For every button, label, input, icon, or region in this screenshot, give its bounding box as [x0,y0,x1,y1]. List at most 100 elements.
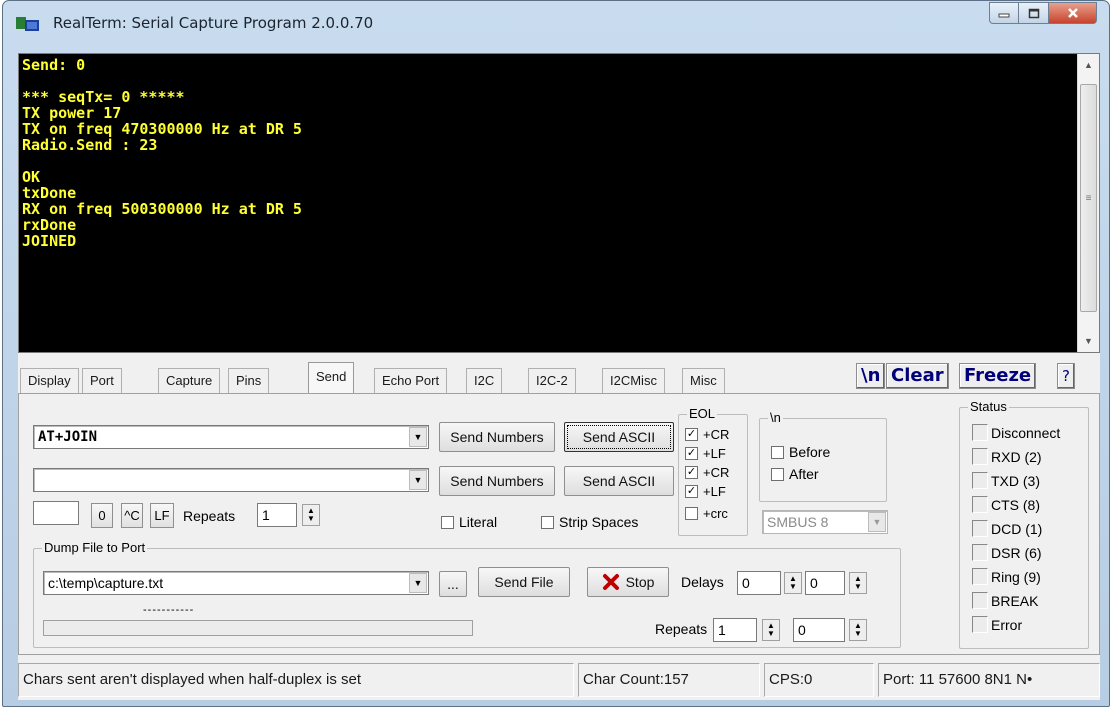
delay2-spinner-icon[interactable]: ▲ ▼ [849,572,867,594]
send-lf-button[interactable]: LF [150,503,174,528]
after-checkbox[interactable]: After [771,466,819,482]
status-led-icon [972,568,988,585]
send-ascii-button-1[interactable]: Send ASCII [564,422,674,452]
newline-group-title: \n [768,410,783,425]
status-dcd[interactable]: DCD (1) [972,520,1042,537]
dump-repeats2-input[interactable]: 0 [793,618,845,642]
char-input[interactable] [33,501,79,525]
status-led-icon [972,448,988,465]
app-window: RealTerm: Serial Capture Program 2.0.0.7… [2,0,1110,707]
tab-i2cmisc[interactable]: I2CMisc [602,368,665,394]
eol-cr-checkbox-1[interactable]: ✓ +CR [685,427,729,442]
dump-repeats1-spinner-icon[interactable]: ▲ ▼ [762,619,780,641]
status-led-icon [972,424,988,441]
tab-i2c[interactable]: I2C [466,368,503,394]
repeats-label: Repeats [183,508,236,524]
tab-misc[interactable]: Misc [682,368,725,394]
tab-echo-port[interactable]: Echo Port [374,368,448,394]
eol-lf-checkbox-2[interactable]: ✓ +LF [685,484,726,499]
tab-pins[interactable]: Pins [228,368,270,394]
terminal-scrollbar[interactable]: ▲ ≡ ▼ [1077,54,1099,352]
close-button[interactable] [1049,2,1097,24]
status-led-icon [972,520,988,537]
chevron-down-icon[interactable]: ▼ [868,512,886,532]
dump-repeats-label: Repeats [655,621,708,637]
repeats-spinner-icon[interactable]: ▲ ▼ [302,504,320,526]
client-area: Send: 0 *** seqTx= 0 ***** TX power 17 T… [18,53,1100,700]
scroll-down-arrow-icon[interactable]: ▼ [1078,330,1099,352]
status-dsr[interactable]: DSR (6) [972,544,1042,561]
status-disconnect[interactable]: Disconnect [972,424,1060,441]
terminal-display[interactable]: Send: 0 *** seqTx= 0 ***** TX power 17 T… [18,53,1100,353]
status-message: Chars sent aren't displayed when half-du… [18,663,574,697]
send-numbers-button-2[interactable]: Send Numbers [439,466,555,496]
send-zero-button[interactable]: 0 [91,503,113,528]
dump-file-path: c:\temp\capture.txt [48,575,164,591]
send-ctrl-c-button[interactable]: ^C [121,503,143,528]
cps-readout: CPS:0 [764,663,874,697]
status-cts[interactable]: CTS (8) [972,496,1040,513]
minimize-icon [998,13,1010,18]
eol-lf-checkbox-1[interactable]: ✓ +LF [685,446,726,461]
tab-i2c-2[interactable]: I2C-2 [528,368,576,394]
smbus-select[interactable]: SMBUS 8 ▼ [762,510,888,534]
chevron-down-icon[interactable]: ▼ [409,470,427,490]
dump-file-path-combo[interactable]: c:\temp\capture.txt ▼ [43,571,429,595]
status-ring[interactable]: Ring (9) [972,568,1041,585]
title-bar: RealTerm: Serial Capture Program 2.0.0.7… [3,1,1109,47]
delay1-spinner-icon[interactable]: ▲ ▼ [784,572,802,594]
minimize-button[interactable] [989,2,1019,24]
help-button[interactable]: ? [1057,363,1075,389]
scroll-thumb[interactable]: ≡ [1080,84,1097,312]
browse-button[interactable]: ... [439,571,467,597]
clear-button[interactable]: Clear [886,363,949,389]
window-controls [989,2,1097,24]
send-line1-value: AT+JOIN [38,429,98,445]
maximize-button[interactable] [1019,2,1049,24]
status-led-icon [972,544,988,561]
send-file-button[interactable]: Send File [478,567,570,597]
eol-crc-checkbox[interactable]: +crc [685,506,728,521]
status-group: Status Disconnect RXD (2) TXD (3) CTS (8… [959,399,1089,649]
dump-repeats2-spinner-icon[interactable]: ▲ ▼ [849,619,867,641]
char-count: Char Count:157 [578,663,760,697]
tab-capture[interactable]: Capture [158,368,221,394]
send-ascii-button-2[interactable]: Send ASCII [564,466,674,496]
status-error[interactable]: Error [972,616,1022,633]
delays-label: Delays [681,574,724,590]
send-line1-combo[interactable]: AT+JOIN ▼ [33,425,429,449]
repeats-input[interactable]: 1 [257,503,297,527]
literal-checkbox[interactable]: Literal [441,514,497,530]
terminal-output: Send: 0 *** seqTx= 0 ***** TX power 17 T… [22,57,302,250]
close-icon [1067,8,1078,18]
tab-send[interactable]: Send [308,362,355,395]
before-checkbox[interactable]: Before [771,444,830,460]
status-led-icon [972,472,988,489]
chevron-down-icon[interactable]: ▼ [409,573,427,593]
tab-display[interactable]: Display [20,368,79,394]
tab-port[interactable]: Port [82,368,122,394]
newline-button[interactable]: \n [856,363,886,389]
maximize-icon [1028,8,1039,18]
dump-progress-bar [43,620,473,636]
status-rxd[interactable]: RXD (2) [972,448,1042,465]
status-led-icon [972,616,988,633]
scroll-up-arrow-icon[interactable]: ▲ [1078,54,1099,76]
stop-x-icon [602,574,619,590]
dump-repeats1-input[interactable]: 1 [713,618,757,642]
delay2-input[interactable]: 0 [805,571,845,595]
send-line2-combo[interactable]: ▼ [33,468,429,492]
strip-spaces-checkbox[interactable]: Strip Spaces [541,514,638,530]
delay1-input[interactable]: 0 [737,571,781,595]
status-led-icon [972,496,988,513]
status-break[interactable]: BREAK [972,592,1038,609]
eol-cr-checkbox-2[interactable]: ✓ +CR [685,465,729,480]
chevron-down-icon[interactable]: ▼ [409,427,427,447]
status-txd[interactable]: TXD (3) [972,472,1040,489]
status-led-icon [972,592,988,609]
stop-button[interactable]: Stop [587,567,669,597]
freeze-button[interactable]: Freeze [959,363,1037,389]
progress-label: ----------- [143,604,195,616]
send-numbers-button-1[interactable]: Send Numbers [439,422,555,452]
status-group-title: Status [968,399,1009,414]
